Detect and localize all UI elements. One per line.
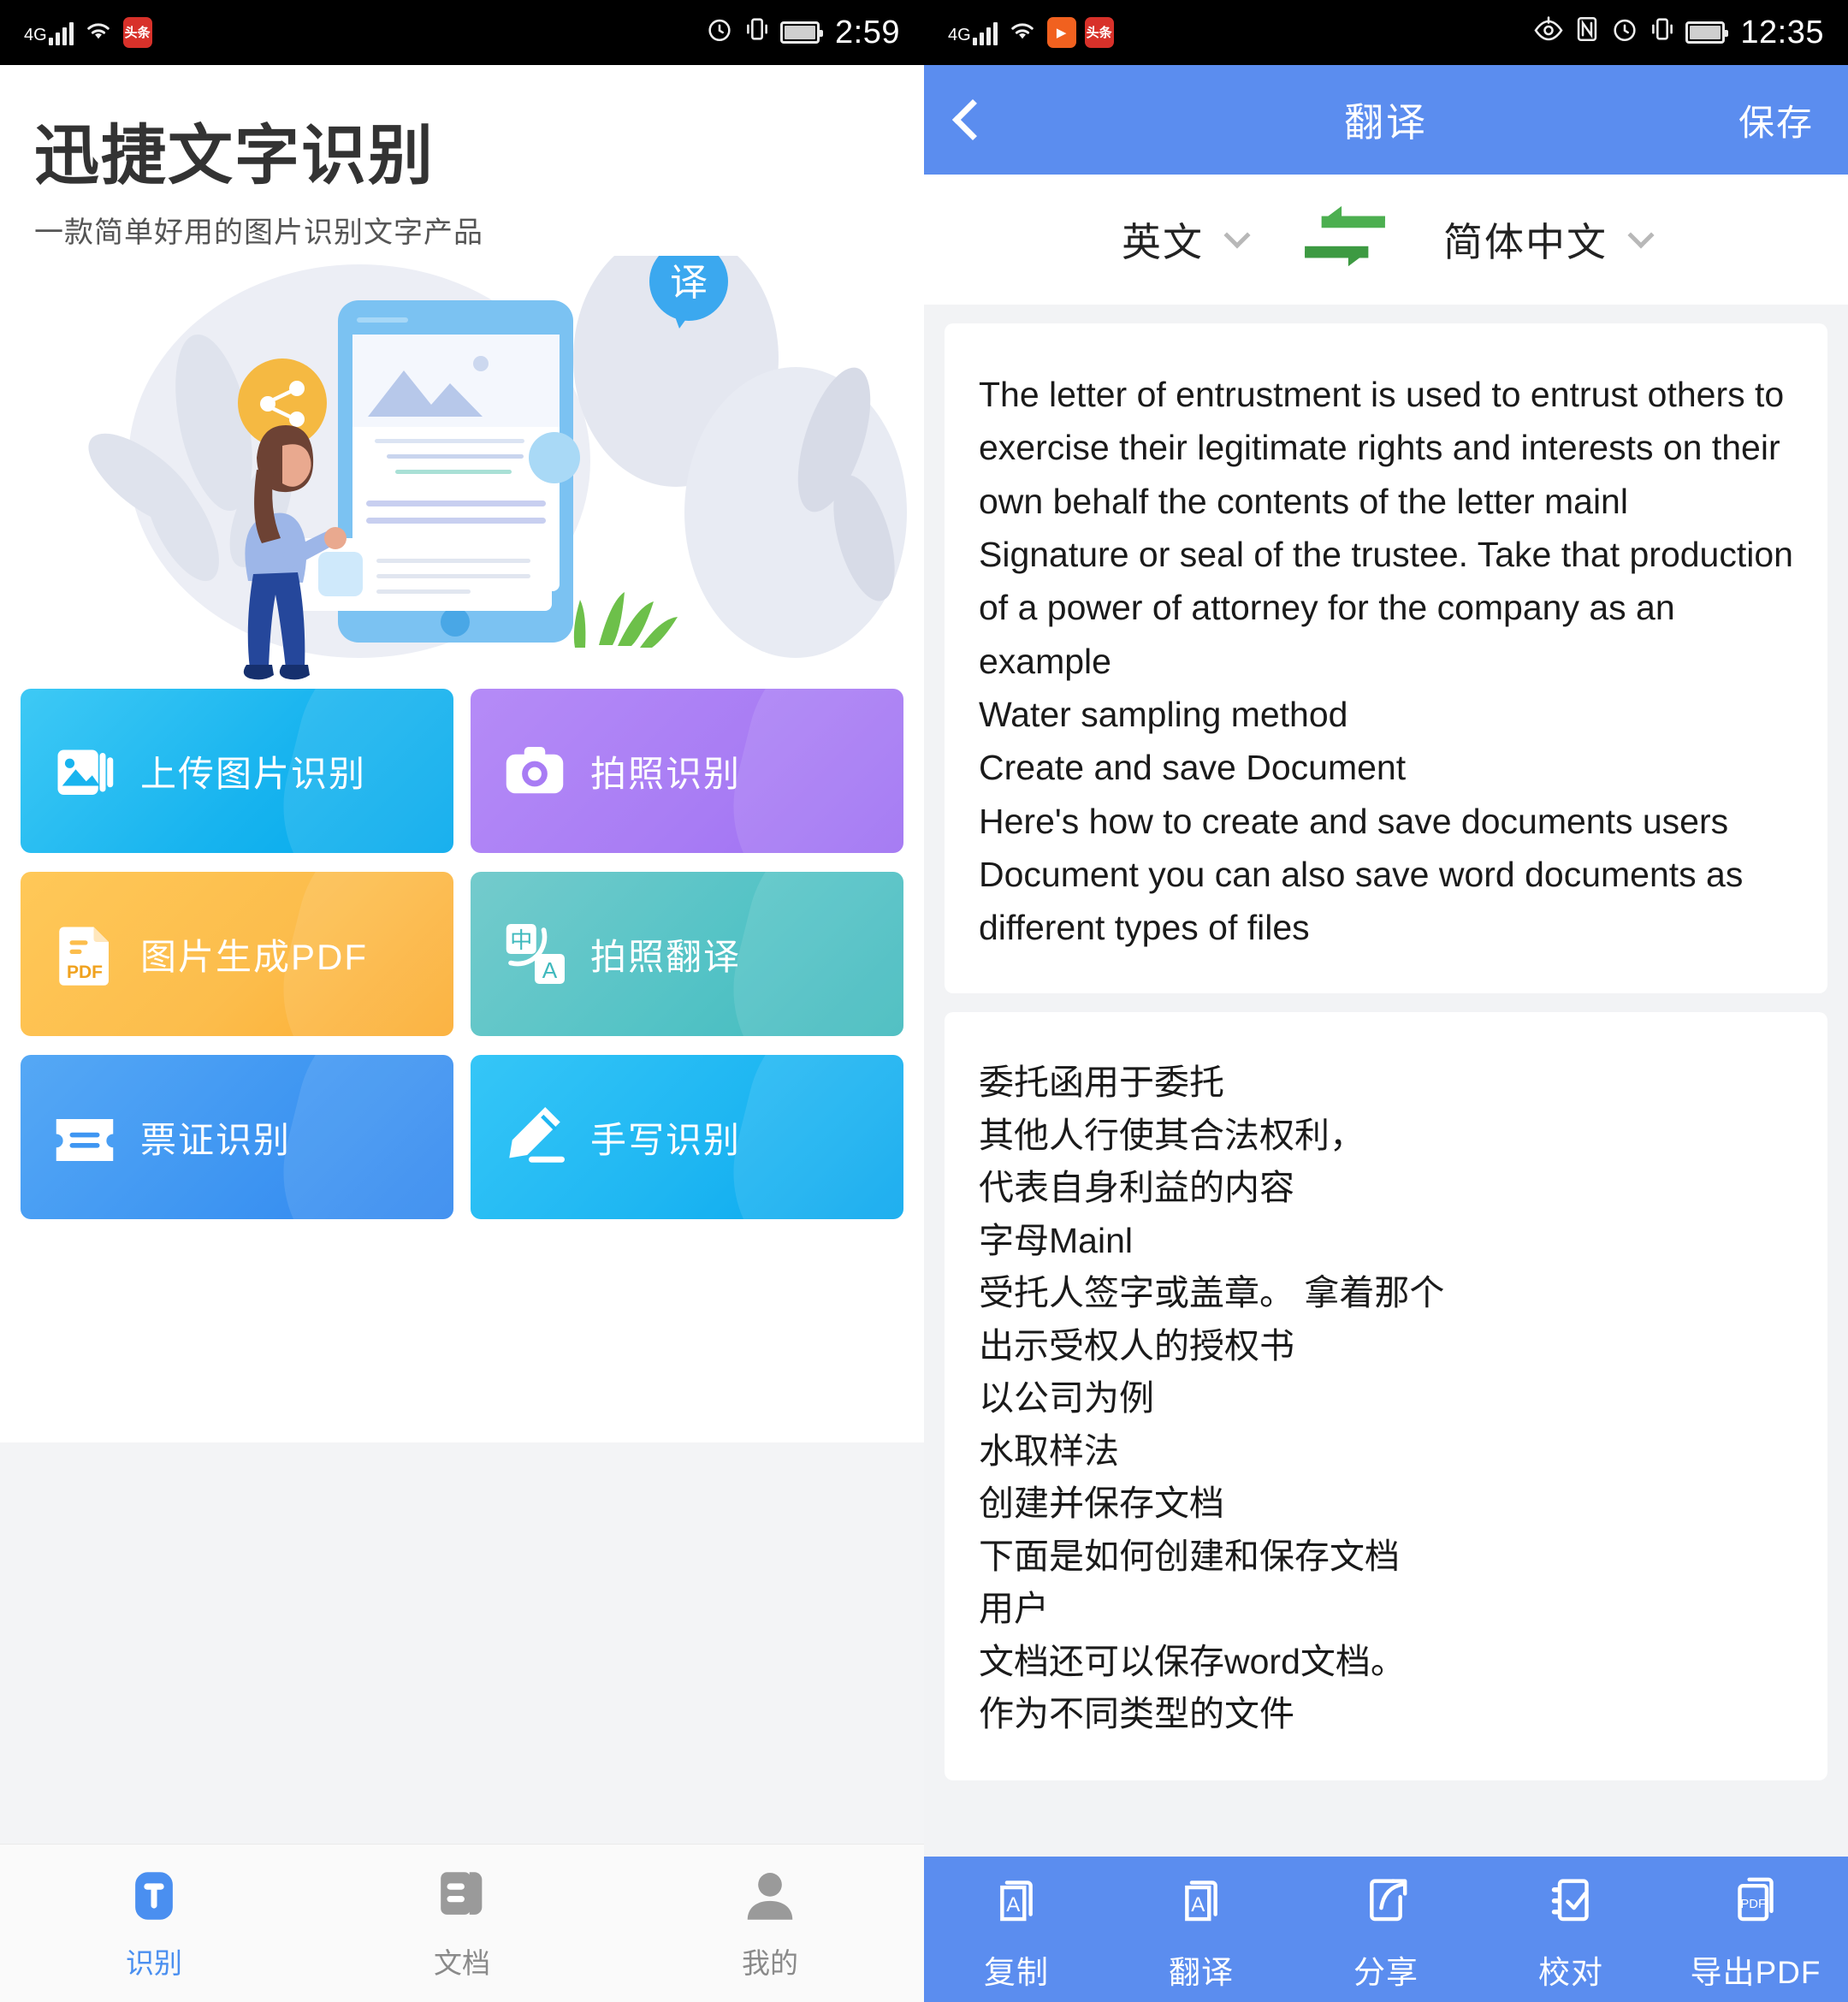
toolbar-label: 翻译 <box>1169 1954 1234 1990</box>
signal-icon: 4G <box>24 20 74 45</box>
svg-text:译: 译 <box>670 262 708 304</box>
battery-icon <box>1685 21 1729 44</box>
svg-text:中: 中 <box>510 927 532 953</box>
left-status-bar: 4G 头条 2:59 <box>0 0 924 65</box>
translate-icon: 中 A <box>496 915 573 992</box>
toolbar-proofread[interactable]: 校对 <box>1478 1867 1663 1993</box>
app-title: 迅捷文字识别 <box>34 120 435 192</box>
chevron-down-icon <box>1627 222 1655 249</box>
news-app-icon: 头条 <box>1084 17 1114 48</box>
alarm-icon <box>705 15 734 51</box>
swap-arrows-icon <box>1297 201 1393 279</box>
clock-label: 2:59 <box>835 14 900 50</box>
toolbar-export-pdf[interactable]: PDF 导出PDF <box>1663 1867 1848 1993</box>
pdf-file-icon: PDF <box>46 915 123 992</box>
svg-text:A: A <box>1006 1892 1020 1916</box>
copy-a-icon: A <box>985 1867 1048 1934</box>
person-icon <box>740 1866 800 1930</box>
right-phone-screen: 4G ▶ 头条 12:35 翻译 保存 英文 简体中文 The letter o… <box>924 0 1848 2002</box>
toolbar-label: 复制 <box>984 1954 1049 1990</box>
svg-text:PDF: PDF <box>67 962 103 982</box>
news-app-icon: 头条 <box>122 17 152 48</box>
feature-card-label: 图片生成PDF <box>140 936 369 977</box>
tab-mine[interactable]: 我的 <box>616 1845 924 2002</box>
translated-text: 委托函用于委托 其他人行使其合法权利， 代表自身利益的内容 字母Mainl 受托… <box>979 1063 1445 1734</box>
tab-recognize[interactable]: 识别 <box>0 1845 308 2002</box>
target-language-select[interactable]: 简体中文 <box>1443 211 1655 268</box>
feature-card-image-to-pdf[interactable]: PDF 图片生成PDF <box>21 872 453 1036</box>
tab-label: 识别 <box>126 1946 182 1979</box>
vibrate-icon <box>744 15 770 51</box>
target-language-label: 简体中文 <box>1443 220 1608 264</box>
nfc-icon <box>1574 15 1600 51</box>
camera-icon <box>496 732 573 809</box>
source-language-label: 英文 <box>1122 220 1204 264</box>
translate-app-bar: 翻译 保存 <box>924 65 1848 175</box>
tab-documents[interactable]: 文档 <box>308 1845 616 2002</box>
battery-icon <box>780 21 824 44</box>
toolbar-label: 校对 <box>1538 1954 1603 1990</box>
export-pdf-icon: PDF <box>1724 1867 1787 1934</box>
image-stack-icon <box>46 732 123 809</box>
vibrate-icon <box>1650 15 1675 51</box>
swap-languages-button[interactable] <box>1247 201 1443 279</box>
toolbar-copy[interactable]: A 复制 <box>924 1867 1109 1993</box>
feature-card-upload-image[interactable]: 上传图片识别 <box>21 689 453 853</box>
alarm-icon <box>1610 15 1639 51</box>
source-language-select[interactable]: 英文 <box>1122 211 1251 268</box>
pencil-icon <box>496 1099 573 1176</box>
language-selector-row: 英文 简体中文 <box>924 175 1848 305</box>
tab-label: 文档 <box>434 1946 490 1979</box>
translate-a-icon: A <box>1170 1867 1233 1934</box>
right-status-bar: 4G ▶ 头条 12:35 <box>924 0 1848 65</box>
clock-label: 12:35 <box>1740 14 1824 50</box>
eye-off-icon <box>1533 15 1564 50</box>
play-app-icon: ▶ <box>1046 17 1076 48</box>
content-spacer <box>0 1442 924 1844</box>
ticket-icon <box>46 1099 123 1176</box>
source-text: The letter of entrustment is used to ent… <box>979 375 1793 948</box>
save-button[interactable]: 保存 <box>1738 94 1814 146</box>
hero-illustration: 译 <box>0 256 924 684</box>
signal-icon: 4G <box>948 20 998 45</box>
feature-card-label: 上传图片识别 <box>140 753 367 794</box>
toolbar-share[interactable]: 分享 <box>1294 1867 1478 1993</box>
feature-card-camera-ocr[interactable]: 拍照识别 <box>471 689 903 853</box>
translated-text-card[interactable]: 委托函用于委托 其他人行使其合法权利， 代表自身利益的内容 字母Mainl 受托… <box>945 1012 1827 1780</box>
network-type-label: 4G <box>24 26 47 44</box>
toolbar-label: 分享 <box>1353 1954 1419 1990</box>
feature-card-label: 拍照翻译 <box>590 936 742 977</box>
action-toolbar: A 复制 A 翻译 分享 校对 PDF 导出PDF <box>924 1857 1848 2002</box>
share-arrow-icon <box>1354 1867 1418 1934</box>
svg-text:A: A <box>1191 1892 1205 1916</box>
feature-card-ticket-ocr[interactable]: 票证识别 <box>21 1055 453 1219</box>
feature-card-label: 手写识别 <box>590 1119 742 1160</box>
left-phone-screen: 4G 头条 2:59 迅捷文字识别 一款简单好用的图片识别文字产品 译 上传图片… <box>0 0 924 2002</box>
feature-card-camera-translate[interactable]: 中 A 拍照翻译 <box>471 872 903 1036</box>
proofread-check-icon <box>1539 1867 1602 1934</box>
grass-icon <box>573 592 678 648</box>
source-text-card[interactable]: The letter of entrustment is used to ent… <box>945 323 1827 994</box>
toolbar-translate[interactable]: A 翻译 <box>1109 1867 1294 1993</box>
network-type-label: 4G <box>948 26 971 44</box>
feature-card-handwriting-ocr[interactable]: 手写识别 <box>471 1055 903 1219</box>
document-icon <box>432 1866 492 1930</box>
page-title: 翻译 <box>1344 100 1428 145</box>
feature-card-label: 拍照识别 <box>590 753 742 794</box>
tab-label: 我的 <box>742 1946 798 1979</box>
feature-card-grid: 上传图片识别 拍照识别 PDF 图片生成PDF 中 A 拍照翻译 票证识别 手写… <box>0 689 924 1219</box>
app-subtitle: 一款简单好用的图片识别文字产品 <box>34 216 483 249</box>
bottom-tab-bar: 识别 文档 我的 <box>0 1844 924 2002</box>
feature-card-label: 票证识别 <box>140 1119 292 1160</box>
text-t-icon <box>124 1866 184 1930</box>
wifi-icon <box>82 16 115 50</box>
wifi-icon <box>1006 16 1039 50</box>
toolbar-label: 导出PDF <box>1690 1954 1821 1990</box>
svg-text:PDF: PDF <box>1740 1898 1766 1911</box>
svg-text:A: A <box>542 957 558 983</box>
